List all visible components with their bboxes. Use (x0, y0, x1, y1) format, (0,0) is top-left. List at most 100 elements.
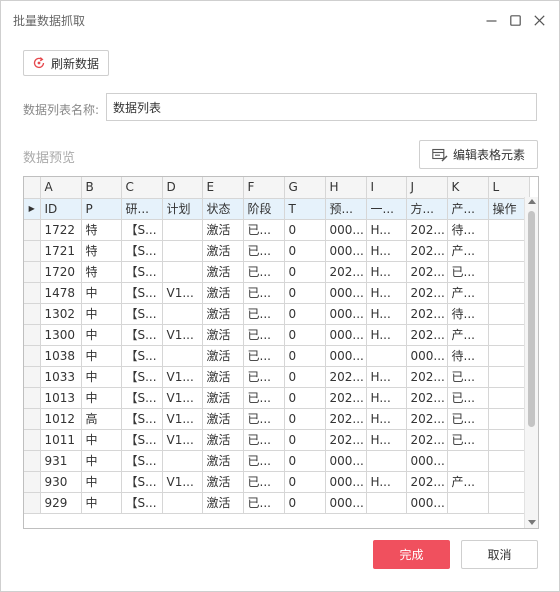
table-cell[interactable]: 【S... (121, 219, 163, 241)
table-cell[interactable]: 【S... (121, 261, 163, 283)
table-cell[interactable]: 202... (406, 387, 448, 409)
table-cell[interactable]: 待... (447, 219, 489, 241)
column-letter[interactable]: K (447, 177, 489, 199)
table-cell[interactable] (366, 492, 407, 514)
table-cell[interactable]: V1... (162, 366, 203, 388)
table-row[interactable]: 1038 中【S... 激活 已... 0 000... 000... 待... (24, 345, 530, 367)
table-cell[interactable] (162, 450, 203, 472)
table-cell[interactable]: 中 (81, 387, 122, 409)
column-header-cell[interactable]: 预... (325, 198, 367, 220)
row-header[interactable] (24, 282, 41, 304)
table-cell[interactable]: 1302 (40, 303, 82, 325)
table-cell[interactable]: 202... (406, 324, 448, 346)
table-cell[interactable] (488, 282, 530, 304)
table-cell[interactable]: 929 (40, 492, 82, 514)
column-letter[interactable]: B (81, 177, 122, 199)
table-cell[interactable] (162, 345, 203, 367)
scroll-down-arrow-icon[interactable] (528, 520, 536, 525)
table-cell[interactable]: 【S... (121, 387, 163, 409)
minimize-button[interactable] (481, 10, 501, 30)
table-cell[interactable] (488, 408, 530, 430)
table-cell[interactable]: V1... (162, 282, 203, 304)
table-cell[interactable]: 已... (243, 492, 285, 514)
table-cell[interactable]: 202... (406, 408, 448, 430)
table-cell[interactable]: 202... (406, 366, 448, 388)
column-header-cell[interactable]: 产... (447, 198, 489, 220)
table-row[interactable]: 929 中【S... 激活 已... 0 000... 000... (24, 492, 530, 514)
column-header-cell[interactable]: 一... (366, 198, 407, 220)
table-cell[interactable]: 000... (325, 219, 367, 241)
table-cell[interactable]: 000... (406, 345, 448, 367)
table-cell[interactable]: 中 (81, 366, 122, 388)
table-cell[interactable]: H... (366, 219, 407, 241)
table-cell[interactable]: 【S... (121, 471, 163, 493)
column-letter[interactable]: D (162, 177, 203, 199)
table-cell[interactable]: 1300 (40, 324, 82, 346)
table-cell[interactable]: 0 (284, 387, 326, 409)
table-cell[interactable]: 0 (284, 429, 326, 451)
table-cell[interactable]: 000... (325, 471, 367, 493)
table-cell[interactable]: 0 (284, 219, 326, 241)
table-cell[interactable]: 激活 (202, 366, 244, 388)
row-header[interactable] (24, 408, 41, 430)
table-cell[interactable]: 0 (284, 324, 326, 346)
table-cell[interactable]: 0 (284, 450, 326, 472)
data-preview-grid[interactable]: A B C D E F G H I J K L ▶ ID P 研... 计划 状态 阶段 T 预... 一... 方... 产… (23, 176, 539, 529)
table-cell[interactable]: 000... (406, 492, 448, 514)
table-cell[interactable] (488, 261, 530, 283)
table-cell[interactable]: V1... (162, 324, 203, 346)
table-cell[interactable] (447, 492, 489, 514)
scroll-up-arrow-icon[interactable] (528, 199, 536, 204)
table-cell[interactable]: V1... (162, 408, 203, 430)
table-row[interactable]: 1013 中【S... V1... 激活 已... 0 202... H... 202... 已.… (24, 387, 530, 409)
table-cell[interactable]: 激活 (202, 261, 244, 283)
table-cell[interactable]: 已... (243, 345, 285, 367)
table-row[interactable]: 1012 高【S... V1... 激活 已... 0 202... H... 202... 已.… (24, 408, 530, 430)
table-cell[interactable]: 202... (325, 408, 367, 430)
row-header[interactable] (24, 450, 41, 472)
table-cell[interactable]: 000... (406, 450, 448, 472)
column-letter[interactable]: E (202, 177, 244, 199)
table-cell[interactable]: 202... (406, 240, 448, 262)
table-cell[interactable]: 1722 (40, 219, 82, 241)
table-cell[interactable]: 0 (284, 261, 326, 283)
table-cell[interactable] (488, 471, 530, 493)
table-cell[interactable]: 待... (447, 345, 489, 367)
column-header-cell[interactable]: P (81, 198, 122, 220)
table-cell[interactable]: 激活 (202, 429, 244, 451)
table-cell[interactable]: 0 (284, 345, 326, 367)
table-cell[interactable] (162, 261, 203, 283)
table-cell[interactable] (488, 303, 530, 325)
table-cell[interactable]: 中 (81, 282, 122, 304)
table-cell[interactable]: 已... (243, 450, 285, 472)
column-letter[interactable]: F (243, 177, 285, 199)
table-cell[interactable]: 已... (447, 387, 489, 409)
table-cell[interactable]: 中 (81, 324, 122, 346)
table-cell[interactable] (488, 219, 530, 241)
row-header[interactable] (24, 492, 41, 514)
cancel-button[interactable]: 取消 (461, 540, 538, 569)
table-cell[interactable]: 1033 (40, 366, 82, 388)
row-header[interactable] (24, 240, 41, 262)
table-cell[interactable]: 已... (243, 303, 285, 325)
table-cell[interactable]: 高 (81, 408, 122, 430)
table-cell[interactable]: 激活 (202, 408, 244, 430)
table-cell[interactable]: 待... (447, 303, 489, 325)
table-row[interactable]: 931 中【S... 激活 已... 0 000... 000... (24, 450, 530, 472)
table-cell[interactable]: 000... (325, 240, 367, 262)
table-cell[interactable]: 【S... (121, 282, 163, 304)
table-cell[interactable]: 已... (243, 471, 285, 493)
table-cell[interactable] (366, 345, 407, 367)
refresh-data-button[interactable]: 刷新数据 (23, 50, 109, 76)
table-cell[interactable]: V1... (162, 387, 203, 409)
table-cell[interactable]: 激活 (202, 324, 244, 346)
table-cell[interactable]: 1720 (40, 261, 82, 283)
table-cell[interactable]: 0 (284, 366, 326, 388)
table-cell[interactable]: 0 (284, 408, 326, 430)
maximize-button[interactable] (505, 10, 525, 30)
row-header[interactable] (24, 366, 41, 388)
table-cell[interactable] (488, 345, 530, 367)
table-cell[interactable]: 1013 (40, 387, 82, 409)
table-cell[interactable]: 202... (325, 261, 367, 283)
table-cell[interactable]: 000... (325, 324, 367, 346)
